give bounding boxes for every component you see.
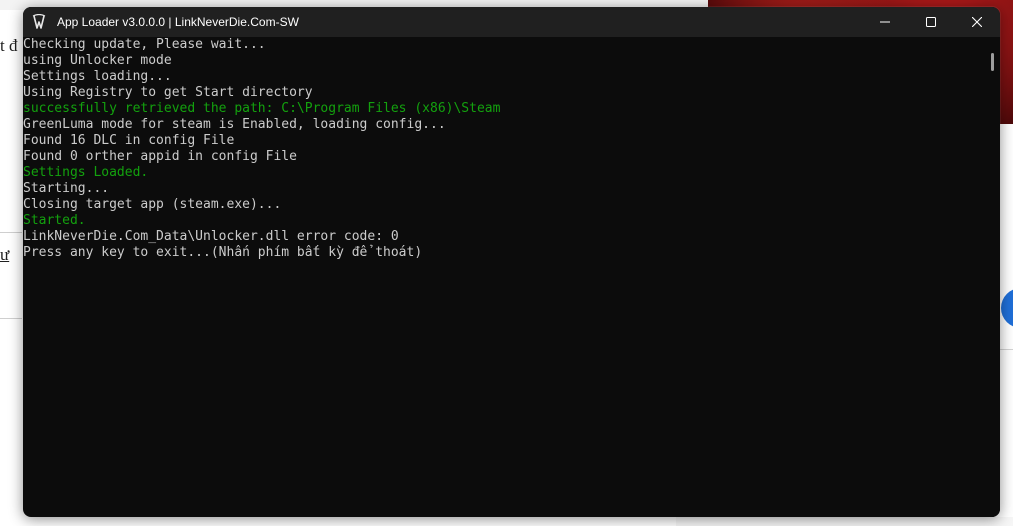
console-line: Using Registry to get Start directory <box>23 85 313 100</box>
console-line: Closing target app (steam.exe)... <box>23 197 282 212</box>
console-scrollbar[interactable] <box>986 37 1000 517</box>
close-icon <box>972 17 982 27</box>
close-button[interactable] <box>954 7 1000 37</box>
background-link-fragment[interactable]: ư <box>0 245 22 265</box>
console-line: Settings Loaded. <box>23 165 149 180</box>
console-window[interactable]: App Loader v3.0.0.0 | LinkNeverDie.Com-S… <box>23 7 1000 517</box>
app-loader-icon[interactable] <box>31 14 47 30</box>
console-line: using Unlocker mode <box>23 53 172 68</box>
scrollbar-thumb[interactable] <box>991 53 994 71</box>
background-text-fragment: t đ <box>0 36 18 55</box>
window-controls <box>862 7 1000 37</box>
console-line: Started. <box>23 213 86 228</box>
window-title: App Loader v3.0.0.0 | LinkNeverDie.Com-S… <box>57 15 299 29</box>
console-output[interactable]: Checking update, Please wait... using Unl… <box>23 37 986 517</box>
console-line: Found 16 DLC in config File <box>23 133 235 148</box>
console-line: LinkNeverDie.Com_Data\Unlocker.dll error… <box>23 229 399 244</box>
console-line: Checking update, Please wait... <box>23 37 266 52</box>
background-bottom-strip <box>676 517 1013 526</box>
background-divider <box>0 232 22 233</box>
background-divider <box>1000 349 1013 350</box>
minimize-icon <box>880 21 890 23</box>
console-line: Found 0 orther appid in config File <box>23 149 297 164</box>
title-bar[interactable]: App Loader v3.0.0.0 | LinkNeverDie.Com-S… <box>23 7 1000 37</box>
console-line: successfully retrieved the path: C:\Prog… <box>23 101 501 116</box>
console-line: GreenLuma mode for steam is Enabled, loa… <box>23 117 446 132</box>
maximize-button[interactable] <box>908 7 954 37</box>
minimize-button[interactable] <box>862 7 908 37</box>
background-divider <box>0 318 22 319</box>
console-line: Settings loading... <box>23 69 172 84</box>
console-line: Starting... <box>23 181 110 196</box>
maximize-icon <box>926 17 936 27</box>
console-line: Press any key to exit...(Nhấn phím bất k… <box>23 245 423 260</box>
